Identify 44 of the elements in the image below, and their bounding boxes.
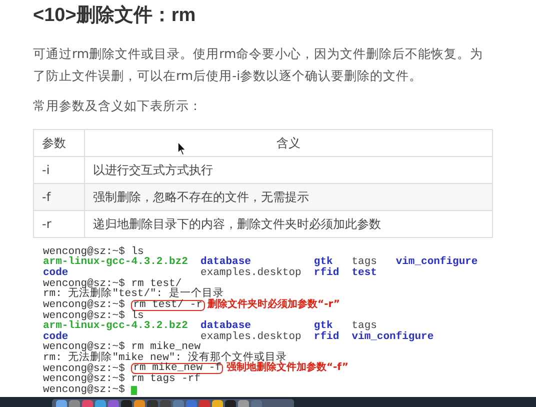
file-name: database xyxy=(200,320,251,332)
command-text: rm tags -rf xyxy=(131,374,201,385)
shell-prompt: wencong@sz:~$ xyxy=(43,247,125,258)
file-name: examples.desktop xyxy=(200,266,302,280)
file-name: code xyxy=(43,330,68,343)
file-name: gtk xyxy=(314,320,333,332)
file-name: vim_configure xyxy=(352,330,434,344)
shell-prompt: wencong@sz:~$ xyxy=(43,342,125,353)
annotation: 强制地删除文件加参数“-f” xyxy=(226,363,349,374)
file-name: tags xyxy=(352,256,378,268)
command-text: rm mike_new xyxy=(131,342,201,353)
table-cell: -r xyxy=(34,210,84,238)
table-cell: 递归地删除目录下的内容，删除文件夹时必须加此参数 xyxy=(84,210,492,238)
section-heading: <10>删除文件：rm xyxy=(33,4,197,28)
file-name: tags xyxy=(352,320,377,332)
mouse-pointer-icon xyxy=(177,141,187,156)
annotation: 删除文件夹时必须加参数“-r” xyxy=(208,300,340,311)
table-cell: -f xyxy=(34,184,84,210)
command-text: ls xyxy=(131,247,144,258)
shell-prompt: wencong@sz:~$ xyxy=(43,278,125,290)
file-name: vim_configure xyxy=(396,256,478,270)
paragraph: 可通过rm删除文件或目录。使用rm命令要小心，因为文件删除后不能恢复。为了防止文件误删，可以在rm后使用-i参数以逐个确认要删除的文件。 xyxy=(33,45,484,85)
column-header: 含义 xyxy=(84,130,492,156)
shell-prompt: wencong@sz:~$ xyxy=(43,300,125,311)
file-name: test xyxy=(352,266,378,280)
shell-prompt: wencong@sz:~$ xyxy=(43,364,125,374)
highlighted-command: rm test/ -r xyxy=(131,300,205,311)
paragraph: 常用参数及含义如下表所示： xyxy=(33,97,203,115)
file-name: arm-linux-gcc-4.3.2.bz2 xyxy=(43,320,189,332)
shell-prompt: wencong@sz:~$ xyxy=(43,310,125,322)
error-message: rm: 无法删除"test/": 是一个目录 xyxy=(43,289,224,300)
table-cell: 强制删除，忽略不存在的文件，无需提示 xyxy=(84,184,492,210)
command-text: ls xyxy=(131,310,144,322)
file-name: arm-linux-gcc-4.3.2.bz2 xyxy=(43,256,189,268)
file-name: database xyxy=(200,256,251,268)
file-name: gtk xyxy=(314,256,333,268)
shell-prompt: wencong@sz:~$ xyxy=(43,374,125,385)
file-name: examples.desktop xyxy=(200,330,302,344)
column-header: 参数 xyxy=(34,130,84,156)
file-name: code xyxy=(43,266,68,279)
file-name: rfid xyxy=(314,266,340,280)
file-name: rfid xyxy=(314,330,340,344)
highlighted-command: rm mike_new -f xyxy=(131,363,224,374)
shell-prompt: wencong@sz:~$ xyxy=(43,384,125,396)
